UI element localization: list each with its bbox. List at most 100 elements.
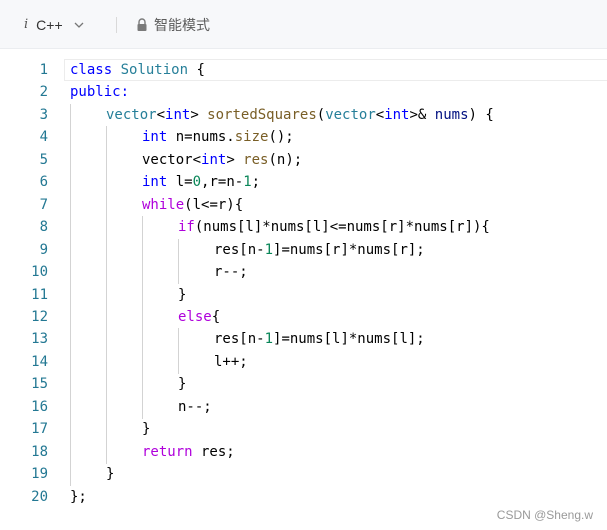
code-token: int — [165, 106, 191, 123]
indent-guide — [70, 328, 71, 352]
code-token: } — [178, 286, 187, 303]
line-number: 16 — [31, 398, 48, 415]
indent-guide — [106, 148, 107, 172]
code-text: public: — [70, 81, 129, 103]
code-line[interactable]: 19} — [0, 463, 607, 487]
code-line[interactable]: 18 return res; — [0, 440, 607, 464]
code-line[interactable]: 11} — [0, 283, 607, 307]
code-token: n--; — [178, 398, 212, 415]
indent-guide — [106, 418, 107, 442]
watermark: CSDN @Sheng.w — [496, 508, 593, 522]
code-line[interactable]: 8 if(nums[l]*nums[l]<=nums[r]*nums[r]){ — [0, 216, 607, 240]
code-token: while — [142, 196, 185, 213]
code-line[interactable]: 6 int l=0,r=n-1; — [0, 171, 607, 195]
indent-guide — [106, 171, 107, 195]
line-number: 1 — [39, 62, 48, 78]
line-number: 11 — [31, 286, 48, 303]
code-line[interactable]: 17} — [0, 418, 607, 442]
code-token: l++; — [214, 353, 248, 370]
code-token: { — [211, 308, 221, 325]
code-text: l++; — [214, 351, 248, 373]
line-number: 18 — [31, 443, 48, 460]
code-line[interactable]: 1 class Solution { — [0, 59, 607, 81]
code-token: Solution — [120, 62, 189, 78]
code-line[interactable]: 14 l++; — [0, 350, 607, 374]
code-token: }; — [70, 488, 87, 505]
code-text: }; — [70, 486, 87, 508]
code-line[interactable]: 4 int n=nums.size(); — [0, 126, 607, 150]
code-token: l= — [167, 174, 193, 191]
code-text: vector<int> res(n); — [142, 149, 302, 171]
indent-guide — [142, 350, 143, 374]
code-token: ) { — [468, 106, 494, 123]
code-token: res; — [192, 443, 235, 460]
indent-guide — [70, 126, 71, 150]
code-text: vector<int> sortedSquares(vector<int>& n… — [106, 104, 494, 126]
code-line[interactable]: 2 public: — [0, 81, 607, 103]
code-token: 1 — [264, 331, 274, 348]
indent-guide — [106, 238, 107, 262]
line-number: 2 — [39, 84, 48, 101]
code-text: if(nums[l]*nums[l]<=nums[r]*nums[r]){ — [178, 216, 490, 238]
editor-toolbar: i C++ 智能模式 — [0, 0, 607, 49]
smart-mode-toggle[interactable]: 智能模式 — [136, 0, 210, 49]
line-number: 19 — [31, 466, 48, 483]
indent-guide — [70, 440, 71, 464]
line-number: 13 — [31, 331, 48, 348]
code-token: res[n- — [214, 331, 265, 348]
line-number: 20 — [31, 488, 48, 505]
indent-guide — [70, 148, 71, 172]
indent-guide — [142, 328, 143, 352]
code-text: res[n-1]=nums[l]*nums[l]; — [214, 328, 425, 350]
indent-guide — [142, 373, 143, 397]
code-token: res — [243, 151, 269, 168]
code-token: if — [178, 219, 195, 236]
code-line[interactable]: 5 vector<int> res(n); — [0, 148, 607, 172]
chevron-down-icon — [74, 22, 84, 28]
code-line[interactable]: 12 else{ — [0, 305, 607, 329]
code-token: 0 — [192, 174, 202, 191]
code-token: ]=nums[l]*nums[l]; — [273, 331, 425, 348]
indent-guide — [70, 238, 71, 262]
code-line[interactable]: 16 n--; — [0, 395, 607, 419]
code-text: r--; — [214, 261, 248, 283]
code-line[interactable]: 13 res[n-1]=nums[l]*nums[l]; — [0, 328, 607, 352]
indent-guide — [70, 305, 71, 329]
code-editor[interactable]: 1 class Solution {2 public: 3 vector<int> so… — [0, 49, 607, 530]
code-token: vector — [106, 106, 157, 123]
code-text: } — [106, 463, 114, 485]
indent-guide — [70, 216, 71, 240]
indent-guide — [142, 261, 143, 285]
code-line[interactable]: 3 vector<int> sortedSquares(vector<int>& … — [0, 103, 607, 127]
indent-guide — [106, 193, 107, 217]
code-line[interactable]: 10 r--; — [0, 261, 607, 285]
code-line[interactable]: 7 while(l<=r){ — [0, 193, 607, 217]
code-line[interactable]: 9 res[n-1]=nums[r]*nums[r]; — [0, 238, 607, 262]
code-token: (); — [268, 129, 294, 146]
code-text: class Solution { — [70, 59, 205, 81]
indent-guide — [70, 373, 71, 397]
code-line[interactable]: 15} — [0, 373, 607, 397]
code-line[interactable]: 20}; — [0, 486, 607, 508]
indent-guide — [106, 350, 107, 374]
language-selector[interactable]: i C++ — [24, 0, 85, 49]
line-number: 3 — [39, 106, 48, 123]
language-label: C++ — [36, 16, 63, 33]
code-token: r--; — [214, 264, 248, 281]
indent-guide — [142, 238, 143, 262]
indent-guide — [70, 193, 71, 217]
code-text: res[n-1]=nums[r]*nums[r]; — [214, 239, 425, 261]
indent-guide — [178, 238, 179, 262]
line-number: 12 — [31, 308, 48, 325]
line-number: 4 — [39, 129, 48, 146]
indent-guide — [142, 305, 143, 329]
code-token: class — [70, 62, 113, 78]
indent-guide — [70, 103, 71, 127]
code-text: int n=nums.size(); — [142, 126, 294, 148]
code-token: (n); — [268, 151, 303, 168]
code-token: 1 — [264, 241, 274, 258]
code-token: int — [142, 129, 168, 146]
code-token: return — [142, 443, 193, 460]
indent-guide — [106, 283, 107, 307]
